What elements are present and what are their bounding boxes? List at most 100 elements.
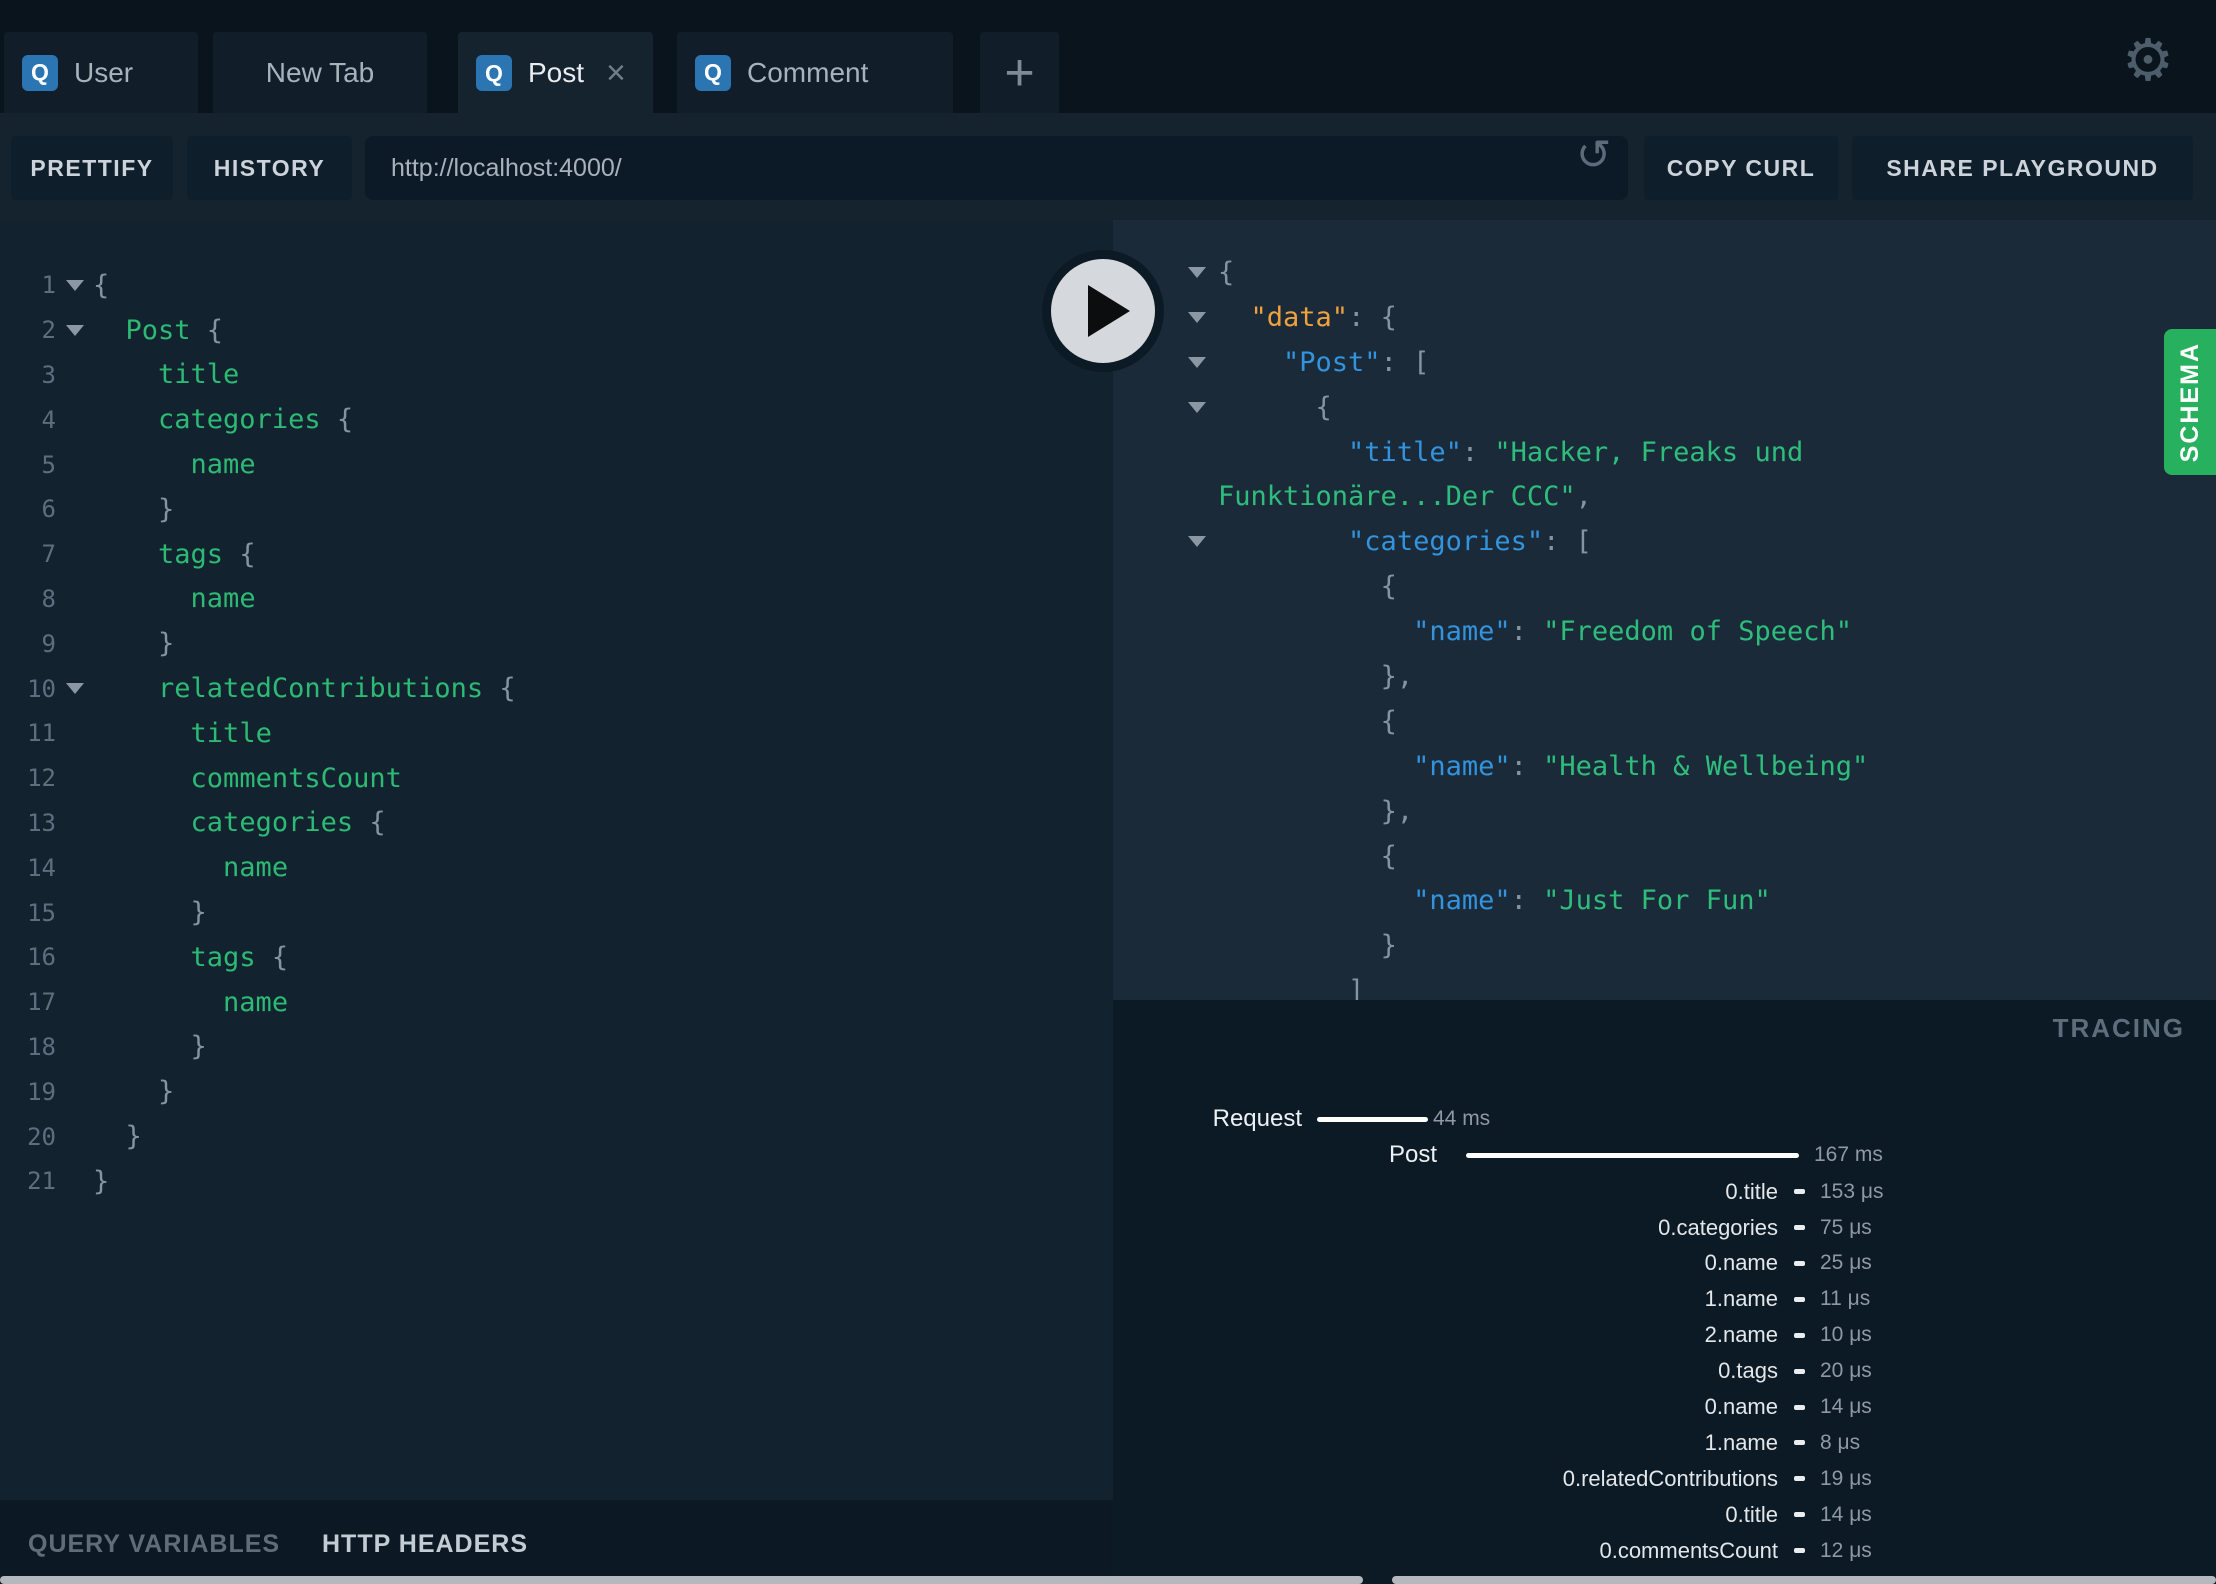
collapse-arrow-icon[interactable] <box>1113 536 1218 548</box>
history-button[interactable]: HISTORY <box>187 136 352 200</box>
query-editor-pane[interactable]: 1{2 Post {3 title 4 categories {5 name 6 }… <box>0 220 1113 1500</box>
copy-curl-button[interactable]: COPY CURL <box>1644 136 1838 200</box>
prettify-button[interactable]: PRETTIFY <box>11 136 173 200</box>
trace-field-duration: 14 μs <box>1820 1395 1872 1418</box>
tab-label: New Tab <box>265 56 375 88</box>
line-number: 20 <box>27 1122 56 1151</box>
response-line: Funktionäre...Der CCC", <box>1113 474 2216 519</box>
line-number: 8 <box>41 584 56 613</box>
trace-field-dash <box>1794 1189 1805 1195</box>
editor-line[interactable]: 4 categories { <box>0 397 1113 442</box>
editor-line[interactable]: 7 tags { <box>0 532 1113 577</box>
fold-arrow-icon[interactable] <box>56 683 93 695</box>
query-badge-icon: Q <box>695 54 731 91</box>
editor-line[interactable]: 20 } <box>0 1114 1113 1159</box>
code-text: commentsCount <box>190 762 402 794</box>
editor-line[interactable]: 9 } <box>0 621 1113 666</box>
trace-field-dash <box>1794 1476 1805 1482</box>
close-tab-icon[interactable]: × <box>606 56 626 90</box>
horizontal-scrollbar-thumb[interactable] <box>1392 1576 2216 1584</box>
editor-line[interactable]: 1{ <box>0 263 1113 308</box>
response-text: } <box>1380 930 1397 962</box>
editor-line[interactable]: 11 title <box>0 711 1113 756</box>
settings-gear-icon[interactable]: ⚙ <box>2122 26 2174 94</box>
line-number: 6 <box>41 495 56 524</box>
trace-span-bar <box>1466 1153 1799 1158</box>
horizontal-scrollbar[interactable] <box>0 1576 1363 1584</box>
line-number: 19 <box>27 1077 56 1106</box>
editor-line[interactable]: 18 } <box>0 1025 1113 1070</box>
line-number: 13 <box>27 808 56 837</box>
trace-field-dash <box>1794 1404 1805 1410</box>
editor-bottom-bar: QUERY VARIABLES HTTP HEADERS <box>0 1500 1113 1584</box>
tab-new-tab[interactable]: New Tab <box>213 32 427 113</box>
tab-comment[interactable]: Q Comment <box>677 32 953 113</box>
editor-line[interactable]: 13 categories { <box>0 801 1113 846</box>
new-tab-button[interactable]: + <box>980 32 1059 113</box>
trace-field-duration: 11 μs <box>1820 1287 1871 1311</box>
editor-line[interactable]: 8 name <box>0 577 1113 622</box>
editor-line[interactable]: 14 name <box>0 845 1113 890</box>
endpoint-url-input[interactable] <box>365 136 1628 200</box>
trace-field-dash <box>1794 1296 1805 1302</box>
response-text: { <box>1380 571 1397 603</box>
fold-arrow-icon[interactable] <box>56 279 93 291</box>
line-number: 3 <box>41 360 56 389</box>
trace-field-label: 2.name <box>1704 1322 1778 1348</box>
response-line: { <box>1113 564 2216 609</box>
line-number: 15 <box>27 898 56 927</box>
editor-line[interactable]: 19 } <box>0 1069 1113 1114</box>
response-line: ] <box>1113 968 2216 1000</box>
line-number: 18 <box>27 1032 56 1061</box>
reload-icon[interactable]: ↺ <box>1576 130 1611 179</box>
line-number: 10 <box>27 674 56 703</box>
toolbar: PRETTIFY HISTORY COPY CURL SHARE PLAYGRO… <box>0 113 2216 220</box>
editor-line[interactable]: 16 tags { <box>0 935 1113 980</box>
response-line: "categories": [ <box>1113 519 2216 564</box>
code-text: } <box>158 1076 175 1108</box>
share-playground-button[interactable]: SHARE PLAYGROUND <box>1852 136 2193 200</box>
response-text: ] <box>1348 975 1365 1000</box>
tab-post[interactable]: Q Post × <box>458 32 653 114</box>
tab-label: Post <box>528 57 585 88</box>
response-text: { <box>1218 256 1235 288</box>
editor-line[interactable]: 17 name <box>0 980 1113 1025</box>
line-number: 9 <box>41 629 56 658</box>
tab-bar: + ⚙ Q User New Tab Q Post × Q Comment <box>0 0 2216 114</box>
line-number: 1 <box>41 271 56 300</box>
trace-field-label: 0.categories <box>1658 1214 1778 1240</box>
code-text: name <box>223 852 289 884</box>
editor-line[interactable]: 2 Post { <box>0 308 1113 353</box>
tracing-panel: TRACING Request 44 ms Post 167 ms 0.title 153… <box>1113 1000 2216 1584</box>
editor-line[interactable]: 10 relatedContributions { <box>0 666 1113 711</box>
trace-field-duration: 8 μs <box>1820 1430 1861 1454</box>
editor-line[interactable]: 6 } <box>0 487 1113 532</box>
response-text: "name": "Just For Fun" <box>1413 885 1771 917</box>
response-line: } <box>1113 923 2216 968</box>
line-number: 16 <box>27 943 56 972</box>
editor-line[interactable]: 21} <box>0 1159 1113 1204</box>
editor-line[interactable]: 12 commentsCount <box>0 756 1113 801</box>
http-headers-tab[interactable]: HTTP HEADERS <box>322 1530 528 1559</box>
line-number: 12 <box>27 764 56 793</box>
line-number: 2 <box>41 316 56 345</box>
play-icon <box>1051 259 1155 363</box>
trace-field-duration: 153 μs <box>1820 1179 1884 1203</box>
editor-line[interactable]: 15 } <box>0 890 1113 935</box>
trace-field-dash <box>1794 1548 1805 1554</box>
trace-field-label: 0.title <box>1725 1178 1778 1204</box>
line-number: 4 <box>41 405 56 434</box>
fold-arrow-icon[interactable] <box>56 324 93 336</box>
editor-line[interactable]: 5 name <box>0 442 1113 487</box>
response-text: { <box>1380 840 1397 872</box>
trace-span-label: Post <box>1388 1141 1437 1168</box>
editor-line[interactable]: 3 title <box>0 353 1113 398</box>
execute-query-button[interactable] <box>1042 250 1164 372</box>
collapse-arrow-icon[interactable] <box>1113 401 1218 413</box>
trace-span-bar <box>1317 1117 1428 1122</box>
schema-tab[interactable]: SCHEMA <box>2164 329 2216 475</box>
tab-label: User <box>74 56 134 88</box>
code-text: tags { <box>158 538 256 570</box>
tab-user[interactable]: Q User <box>4 32 198 113</box>
query-variables-tab[interactable]: QUERY VARIABLES <box>28 1530 280 1559</box>
